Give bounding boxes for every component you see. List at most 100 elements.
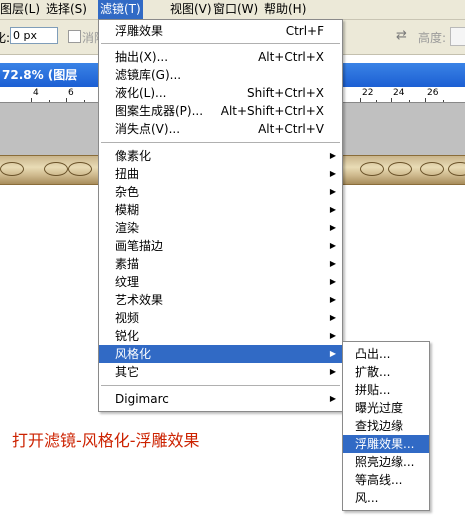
submenu-item-label: 浮雕效果... <box>355 437 415 451</box>
submenu-item-label: 拼贴... <box>355 383 391 397</box>
submenu-arrow-icon: ▶ <box>329 151 336 160</box>
menu-view[interactable]: 视图(V) <box>168 0 214 19</box>
feather-label: 羽化: <box>0 31 11 45</box>
submenu-item-trace-contour[interactable]: 等高线... <box>343 471 429 489</box>
ruler-tick <box>84 100 85 102</box>
submenu-arrow-icon: ▶ <box>329 259 336 268</box>
menu-item-label: 风格化 <box>115 347 152 361</box>
submenu-item-emboss[interactable]: 浮雕效果... <box>343 435 429 453</box>
menu-item-stylize[interactable]: 风格化 ▶ <box>99 345 342 363</box>
submenu-arrow-icon: ▶ <box>329 187 336 196</box>
submenu-item-glowing-edges[interactable]: 照亮边缘... <box>343 453 429 471</box>
menu-item-shortcut: Alt+Ctrl+V <box>258 122 324 136</box>
menu-item-filter-gallery[interactable]: 滤镜库(G)... <box>99 66 342 84</box>
menu-window[interactable]: 窗口(W) <box>211 0 260 19</box>
submenu-item-extrude[interactable]: 凸出... <box>343 345 429 363</box>
menu-help[interactable]: 帮助(H) <box>262 0 308 19</box>
submenu-item-label: 等高线... <box>355 473 403 487</box>
menu-filter[interactable]: 滤镜(T) <box>98 0 143 19</box>
submenu-item-find-edges[interactable]: 查找边缘 <box>343 417 429 435</box>
ruler-number: 22 <box>362 88 374 98</box>
submenu-arrow-icon: ▶ <box>329 394 336 403</box>
menu-separator <box>101 43 340 45</box>
menu-item-distort[interactable]: 扭曲 ▶ <box>99 165 342 183</box>
menu-item-video[interactable]: 视频 ▶ <box>99 309 342 327</box>
submenu-arrow-icon: ▶ <box>329 169 336 178</box>
submenu-arrow-icon: ▶ <box>329 295 336 304</box>
ruler-tick <box>425 98 426 102</box>
ruler-tick <box>66 98 67 102</box>
menu-item-label: 消失点(V)... <box>115 122 181 136</box>
menu-item-label: 渲染 <box>115 221 140 235</box>
menu-item-artistic[interactable]: 艺术效果 ▶ <box>99 291 342 309</box>
ornament-shape <box>68 162 92 176</box>
ruler-number: 26 <box>427 88 439 98</box>
menu-item-label: 其它 <box>115 365 140 379</box>
menu-item-extract[interactable]: 抽出(X)... Alt+Ctrl+X <box>99 48 342 66</box>
menu-item-label: 模糊 <box>115 203 140 217</box>
ruler-tick <box>443 100 444 102</box>
ornament-shape <box>420 162 444 176</box>
menu-item-label: 锐化 <box>115 329 140 343</box>
submenu-arrow-icon: ▶ <box>329 223 336 232</box>
submenu-arrow-icon: ▶ <box>329 349 336 358</box>
feather-input[interactable] <box>10 27 58 44</box>
ruler-tick <box>409 100 410 102</box>
menu-item-label: 纹理 <box>115 275 140 289</box>
menu-item-label: Digimarc <box>115 392 169 406</box>
menu-item-label: 画笔描边 <box>115 239 164 253</box>
menu-separator <box>101 385 340 387</box>
submenu-item-solarize[interactable]: 曝光过度 <box>343 399 429 417</box>
menu-item-brush-strokes[interactable]: 画笔描边 ▶ <box>99 237 342 255</box>
menu-item-texture[interactable]: 纹理 ▶ <box>99 273 342 291</box>
ruler-number: 6 <box>68 88 74 98</box>
submenu-item-wind[interactable]: 风... <box>343 489 429 507</box>
stylize-submenu: 凸出... 扩散... 拼贴... 曝光过度 查找边缘 浮雕效果... 照亮边缘… <box>342 341 430 511</box>
ruler-tick <box>360 98 361 102</box>
menu-item-label: 滤镜库(G)... <box>115 68 182 82</box>
menu-item-label: 素描 <box>115 257 140 271</box>
submenu-arrow-icon: ▶ <box>329 331 336 340</box>
menu-item-shortcut: Ctrl+F <box>285 24 324 38</box>
menu-item-vanishing-point[interactable]: 消失点(V)... Alt+Ctrl+V <box>99 120 342 138</box>
height-input[interactable] <box>450 27 465 46</box>
menu-item-label: 像素化 <box>115 149 152 163</box>
ruler-tick <box>49 100 50 102</box>
ornament-shape <box>388 162 412 176</box>
menu-item-label: 浮雕效果 <box>115 24 164 38</box>
menu-item-digimarc[interactable]: Digimarc ▶ <box>99 390 342 408</box>
ornament-shape <box>0 162 24 176</box>
menu-item-label: 液化(L)... <box>115 86 167 100</box>
document-title: 72.8% (图层 <box>2 68 78 82</box>
submenu-item-label: 照亮边缘... <box>355 455 415 469</box>
ornament-shape <box>448 162 465 176</box>
menu-item-last-filter[interactable]: 浮雕效果 Ctrl+F <box>99 22 342 40</box>
menu-item-render[interactable]: 渲染 ▶ <box>99 219 342 237</box>
menu-item-other[interactable]: 其它 ▶ <box>99 363 342 381</box>
submenu-arrow-icon: ▶ <box>329 241 336 250</box>
submenu-item-label: 风... <box>355 491 379 505</box>
submenu-item-diffuse[interactable]: 扩散... <box>343 363 429 381</box>
submenu-arrow-icon: ▶ <box>329 277 336 286</box>
swap-icon[interactable]: ⇄ <box>396 28 407 43</box>
menu-item-liquify[interactable]: 液化(L)... Shift+Ctrl+X <box>99 84 342 102</box>
menu-item-pattern-maker[interactable]: 图案生成器(P)... Alt+Shift+Ctrl+X <box>99 102 342 120</box>
menubar: 图层(L) 选择(S) 滤镜(T) 视图(V) 窗口(W) 帮助(H) <box>0 0 465 20</box>
ornament-shape <box>44 162 68 176</box>
menu-item-pixelate[interactable]: 像素化 ▶ <box>99 147 342 165</box>
antialias-checkbox[interactable] <box>68 30 81 43</box>
instruction-annotation: 打开滤镜-风格化-浮雕效果 <box>12 431 200 450</box>
filter-dropdown-menu: 浮雕效果 Ctrl+F 抽出(X)... Alt+Ctrl+X 滤镜库(G)..… <box>98 19 343 412</box>
menu-item-noise[interactable]: 杂色 ▶ <box>99 183 342 201</box>
menu-item-sharpen[interactable]: 锐化 ▶ <box>99 327 342 345</box>
ruler-tick <box>391 98 392 102</box>
ornament-shape <box>360 162 384 176</box>
menu-select[interactable]: 选择(S) <box>44 0 89 19</box>
menu-item-label: 抽出(X)... <box>115 50 169 64</box>
menu-item-blur[interactable]: 模糊 ▶ <box>99 201 342 219</box>
menu-item-label: 杂色 <box>115 185 140 199</box>
submenu-item-label: 曝光过度 <box>355 401 404 415</box>
menu-layer[interactable]: 图层(L) <box>0 0 42 19</box>
submenu-item-tiles[interactable]: 拼贴... <box>343 381 429 399</box>
menu-item-sketch[interactable]: 素描 ▶ <box>99 255 342 273</box>
